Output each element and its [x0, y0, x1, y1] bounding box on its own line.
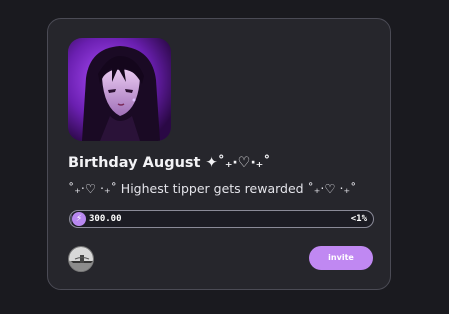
goal-progress-bar: ⚡ 300.00 <1% [69, 210, 374, 228]
goal-title: Birthday August ✦˚₊‧♡‧₊˚ [68, 155, 271, 171]
contributor-avatar[interactable] [68, 246, 94, 272]
progress-percent: <1% [350, 214, 367, 224]
lightning-icon: ⚡ [72, 212, 86, 226]
goal-card: Birthday August ✦˚₊‧♡‧₊˚ ˚₊‧♡ ‧₊˚ Highes… [47, 18, 391, 290]
progress-amount: 300.00 [89, 214, 122, 224]
invite-button[interactable]: invite [309, 246, 373, 270]
profile-avatar [68, 38, 171, 141]
goal-description: ˚₊‧♡ ‧₊˚ Highest tipper gets rewarded ˚₊… [68, 181, 357, 196]
